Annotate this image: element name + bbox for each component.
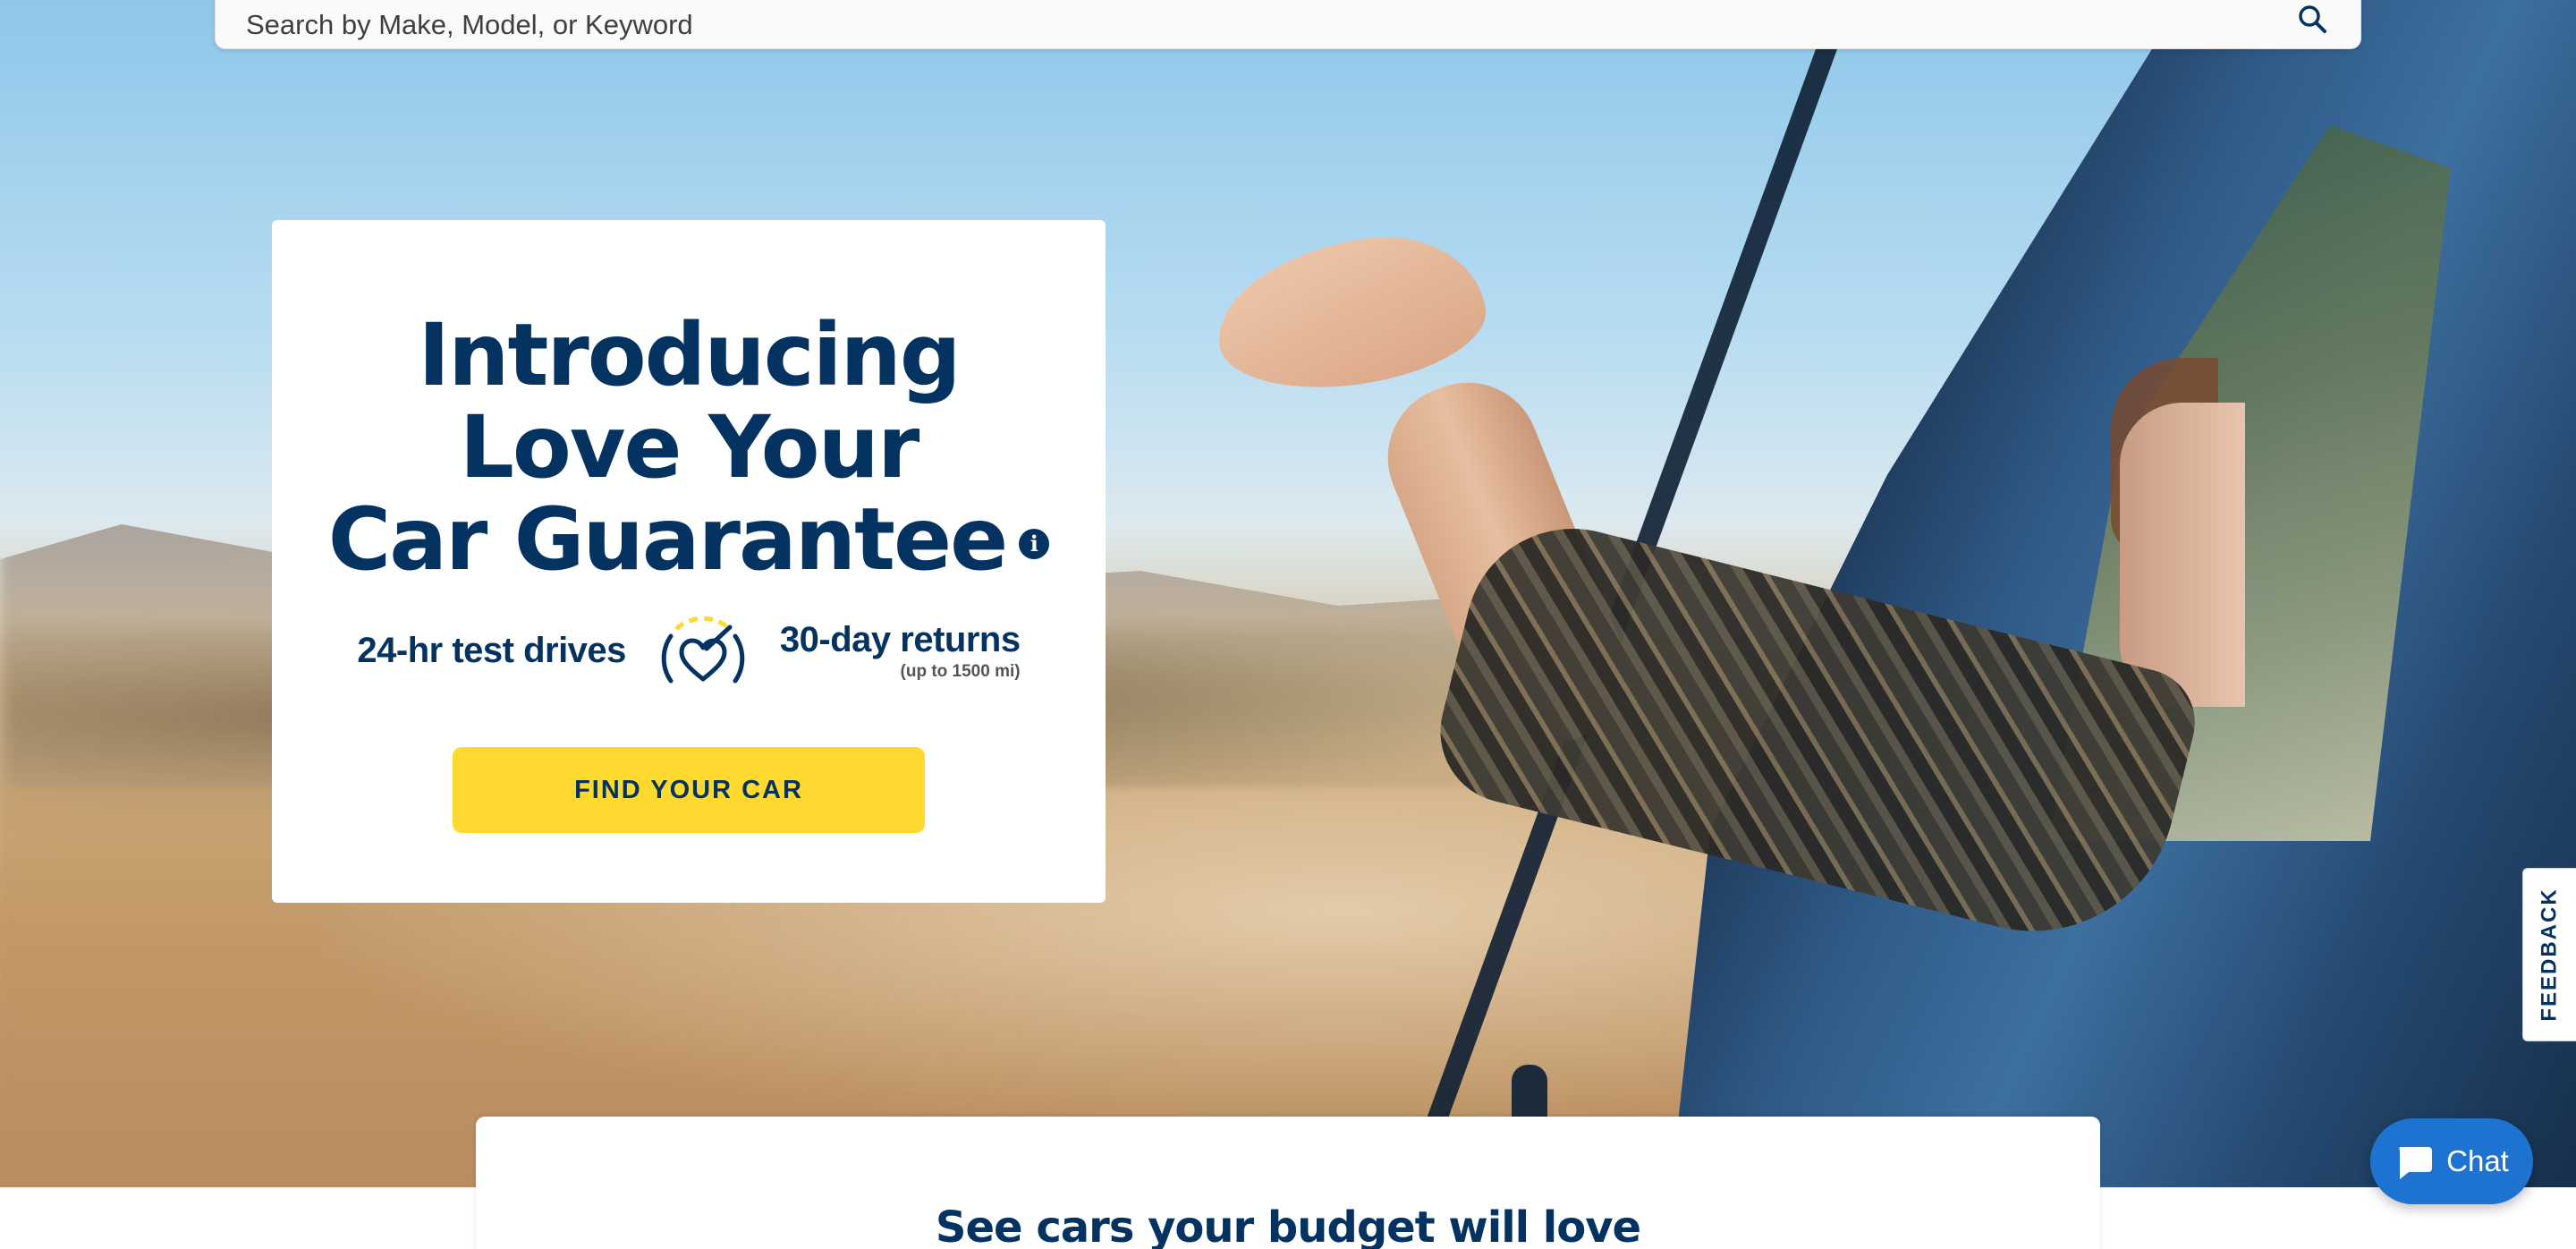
returns-feature-label: 30-day returns [779, 619, 1021, 659]
hero-hand [1208, 223, 1494, 404]
search-input[interactable] [246, 8, 2294, 41]
budget-card: See cars your budget will love [476, 1117, 2100, 1249]
feedback-label: FEEDBACK [2537, 888, 2562, 1022]
search-bar [215, 0, 2361, 49]
returns-feature: 30-day returns (up to 1500 mi) [780, 620, 1021, 682]
headline-line-2: Love Your [459, 397, 920, 497]
chat-label: Chat [2446, 1144, 2509, 1177]
heart-gauge-icon [661, 616, 745, 684]
budget-title: See cars your budget will love [935, 1202, 1641, 1249]
chat-bubble-icon [2399, 1147, 2433, 1179]
search-icon[interactable] [2294, 1, 2330, 37]
info-icon[interactable]: i [1019, 528, 1050, 559]
returns-feature-note: (up to 1500 mi) [900, 661, 1021, 681]
headline-line-1: Introducing [418, 305, 961, 405]
promo-card: Introducing Love Your Car Guarantee i 24-… [272, 220, 1106, 903]
headline-line-3: Car Guarantee i [328, 494, 1050, 586]
find-your-car-button[interactable]: FIND YOUR CAR [453, 747, 925, 833]
feedback-tab[interactable]: FEEDBACK [2522, 868, 2576, 1041]
guarantee-features: 24-hr test drives 30-day returns (up to … [357, 609, 1021, 692]
promo-headline: Introducing Love Your Car Guarantee i [328, 310, 1050, 586]
chat-button[interactable]: Chat [2370, 1118, 2533, 1204]
test-drive-feature: 24-hr test drives [357, 630, 626, 670]
headline-line-3-text: Car Guarantee [327, 489, 1008, 590]
hero-face [2120, 403, 2245, 707]
